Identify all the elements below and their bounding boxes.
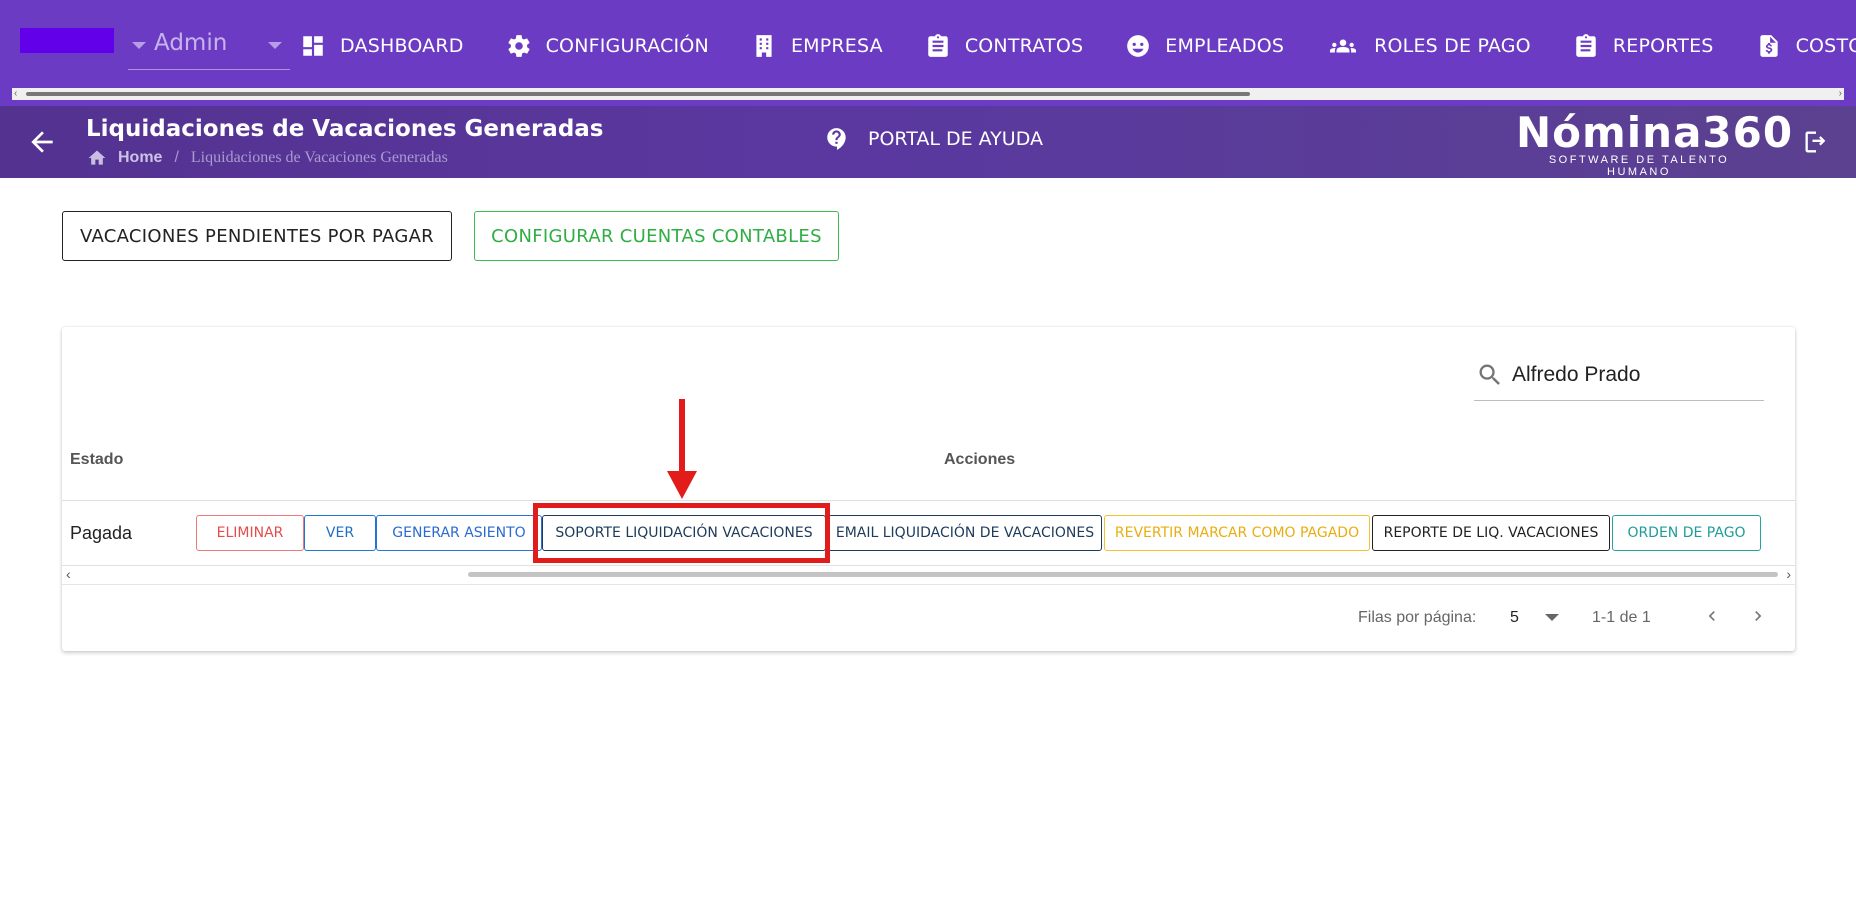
nav-item-label: ROLES DE PAGO xyxy=(1374,35,1531,57)
clipboard-icon xyxy=(928,34,948,57)
rows-per-page-label: Filas por página: xyxy=(1358,609,1477,626)
chevron-left-icon[interactable] xyxy=(1702,605,1722,627)
highlight-box xyxy=(533,503,830,563)
annotation-arrow-head xyxy=(667,471,697,499)
help-portal-link[interactable]: PORTAL DE AYUDA xyxy=(824,126,1043,152)
gear-icon xyxy=(508,35,530,57)
rows-per-page-select[interactable]: 5 xyxy=(1510,609,1560,627)
building-icon xyxy=(756,35,772,57)
scroll-right-icon[interactable]: › xyxy=(1839,88,1842,100)
nav-item-configuracion[interactable]: CONFIGURACIÓN xyxy=(506,33,709,59)
row-estado: Pagada xyxy=(70,523,133,543)
configure-accounts-button[interactable]: CONFIGURAR CUENTAS CONTABLES xyxy=(474,211,839,261)
breadcrumb: Home / Liquidaciones de Vacaciones Gener… xyxy=(86,148,448,168)
nav-item-label: CONFIGURACIÓN xyxy=(545,35,709,57)
page-header: Liquidaciones de Vacaciones Generadas Ho… xyxy=(0,106,1856,178)
rows-per-page-value: 5 xyxy=(1510,609,1519,626)
row-divider xyxy=(62,565,1795,566)
chevron-down-icon xyxy=(1545,614,1560,622)
page-title: Liquidaciones de Vacaciones Generadas xyxy=(86,116,604,142)
annotation-arrow-shaft xyxy=(679,399,685,473)
footer-divider xyxy=(62,584,1795,585)
view-button[interactable]: VER xyxy=(304,515,376,551)
role-select-value: Admin xyxy=(154,30,228,56)
help-portal-label: PORTAL DE AYUDA xyxy=(868,128,1043,150)
nav-horizontal-scrollbar[interactable]: ‹ › xyxy=(12,88,1844,100)
company-logo-placeholder[interactable] xyxy=(20,28,114,53)
brand-logo: Nómina360 SOFTWARE DE TALENTO HUMANO xyxy=(1516,108,1794,179)
scrollbar-thumb[interactable] xyxy=(26,92,1250,96)
chevron-down-icon xyxy=(132,42,146,49)
nav-item-empleados[interactable]: EMPLEADOS xyxy=(1125,33,1284,59)
chevron-right-icon[interactable] xyxy=(1748,605,1768,627)
nav-item-label: COSTOS xyxy=(1795,35,1856,57)
search-input[interactable] xyxy=(1512,357,1752,393)
logout-icon[interactable] xyxy=(1802,128,1830,156)
scroll-left-icon[interactable]: ‹ xyxy=(14,88,17,100)
face-icon xyxy=(1127,35,1150,57)
main-nav: DASHBOARD CONFIGURACIÓN EMPRESA CONTRATO… xyxy=(300,26,1856,66)
nav-item-label: REPORTES xyxy=(1612,35,1714,57)
generate-entry-button[interactable]: GENERAR ASIENTO xyxy=(376,515,542,551)
top-navbar: Admin DASHBOARD CONFIGURACIÓN EMPRESA CO… xyxy=(0,0,1856,106)
column-header-estado[interactable]: Estado xyxy=(70,451,123,469)
nav-item-label: DASHBOARD xyxy=(340,35,464,57)
invoice-dollar-icon xyxy=(1759,35,1778,57)
table-horizontal-scrollbar[interactable]: ‹ › xyxy=(62,567,1795,581)
nav-item-roles-de-pago[interactable]: ROLES DE PAGO xyxy=(1326,33,1531,59)
revert-paid-button[interactable]: REVERTIR MARCAR COMO PAGADO xyxy=(1104,515,1370,551)
role-select[interactable]: Admin xyxy=(128,22,290,70)
delete-button[interactable]: ELIMINAR xyxy=(196,515,304,551)
back-arrow-icon[interactable] xyxy=(26,126,58,158)
nav-item-label: CONTRATOS xyxy=(964,35,1084,57)
payment-order-button[interactable]: ORDEN DE PAGO xyxy=(1612,515,1761,551)
home-icon[interactable] xyxy=(86,148,108,168)
vacation-report-button[interactable]: REPORTE DE LIQ. VACACIONES xyxy=(1372,515,1610,551)
column-header-acciones: Acciones xyxy=(944,451,1016,468)
dashboard-icon xyxy=(303,36,323,56)
search-icon xyxy=(1479,364,1500,385)
scroll-right-icon[interactable]: › xyxy=(1786,567,1791,581)
nav-item-costos[interactable]: COSTOS xyxy=(1756,33,1856,59)
search-field[interactable] xyxy=(1474,355,1764,401)
brand-name: Nómina360 xyxy=(1516,108,1794,157)
brand-tagline: SOFTWARE DE TALENTO HUMANO xyxy=(1548,154,1730,178)
nav-item-dashboard[interactable]: DASHBOARD xyxy=(300,33,464,59)
nav-item-empresa[interactable]: EMPRESA xyxy=(751,33,883,59)
people-icon xyxy=(1330,39,1357,53)
nav-item-label: EMPLEADOS xyxy=(1165,35,1285,57)
breadcrumb-home[interactable]: Home xyxy=(118,149,162,167)
nav-item-label: EMPRESA xyxy=(790,35,883,57)
breadcrumb-separator: / xyxy=(174,149,179,166)
scrollbar-thumb[interactable] xyxy=(468,572,1778,577)
breadcrumb-current: Liquidaciones de Vacaciones Generadas xyxy=(190,149,448,166)
pending-vacations-button[interactable]: VACACIONES PENDIENTES POR PAGAR xyxy=(62,211,452,261)
scroll-left-icon[interactable]: ‹ xyxy=(66,567,71,581)
liquidations-table-card: Estado Acciones Pagada ELIMINAR VER GENE… xyxy=(62,327,1795,651)
pagination-range: 1-1 de 1 xyxy=(1592,609,1651,626)
help-bubble-icon xyxy=(827,128,846,150)
nav-item-contratos[interactable]: CONTRATOS xyxy=(925,33,1083,59)
row-divider xyxy=(62,500,1795,501)
clipboard-list-icon xyxy=(1576,34,1596,57)
nav-item-reportes[interactable]: REPORTES xyxy=(1573,33,1714,59)
email-liquidation-button[interactable]: EMAIL LIQUIDACIÓN DE VACACIONES xyxy=(828,515,1102,551)
chevron-down-icon xyxy=(268,42,282,49)
